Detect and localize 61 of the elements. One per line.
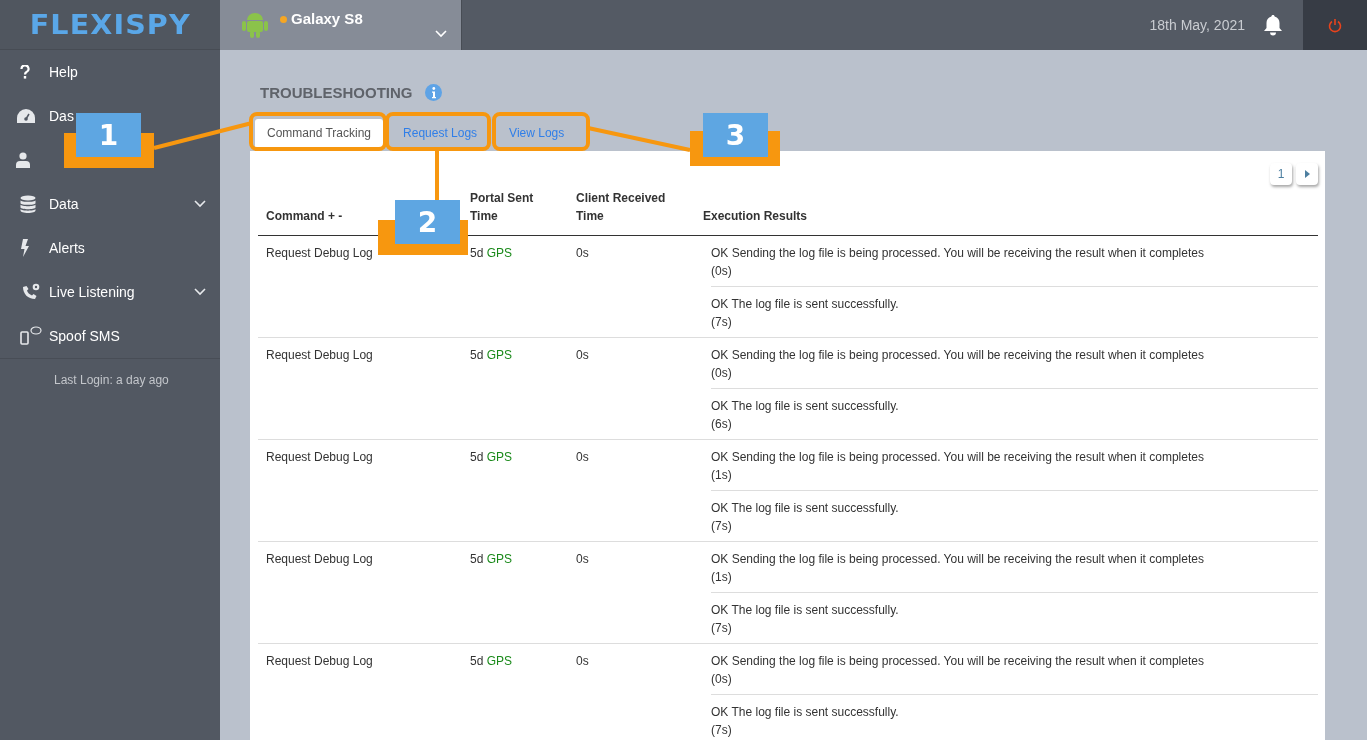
sidebar-item[interactable]: Spoof SMS [49, 328, 120, 344]
sidebar-item[interactable]: Das [49, 108, 74, 124]
power-icon [1328, 17, 1342, 33]
table-cell-text: 0s [576, 552, 590, 566]
table-cell-text: 5d GPS [470, 450, 514, 464]
phone-chat-icon [20, 326, 42, 346]
tab[interactable]: Command Tracking [255, 119, 384, 147]
chevron-down-icon[interactable] [194, 200, 206, 208]
table-cell-text: 5d GPS [470, 552, 514, 566]
leader-line [435, 148, 439, 200]
result-entry: OK Sending the log file is being processed. You will be receiving the result when it completes (0s) [711, 653, 1205, 688]
date-label: 18th May, 2021 [1149, 17, 1245, 33]
table-cell-text: 0s [576, 348, 590, 362]
page-title: TROUBLESHOOTING [260, 83, 413, 101]
sidebar-item[interactable]: Data [49, 196, 79, 212]
info-icon[interactable] [424, 83, 442, 101]
result-entry: OK The log file is sent successfully. (7s) [711, 592, 1318, 643]
column-header: Execution Results [703, 208, 808, 225]
table-cell-text: 5d GPS [470, 246, 514, 260]
chevron-down-icon [435, 30, 447, 38]
result-entry: OK The log file is sent successfully. (7s) [711, 694, 1318, 740]
logo: FLEXISPY [29, 9, 191, 40]
table-cell-text: Request Debug Log [266, 552, 374, 566]
column-header: Client Received Time [576, 190, 667, 225]
result-entry: OK The log file is sent successfully. (7s) [711, 490, 1318, 541]
page-number-button[interactable]: 1 [1270, 163, 1292, 185]
chevron-down-icon[interactable] [194, 288, 206, 296]
user-icon [16, 152, 30, 168]
table-cell-text: Request Debug Log [266, 450, 374, 464]
table-cell-text: 0s [576, 450, 590, 464]
dashboard-icon [16, 108, 36, 124]
database-icon [20, 195, 36, 213]
result-entry: OK The log file is sent successfully. (7s) [711, 286, 1318, 337]
result-entry: OK Sending the log file is being processed. You will be receiving the result when it completes (1s) [711, 551, 1205, 586]
table-cell-text: 5d GPS [470, 654, 514, 668]
last-login-text: Last Login: a day ago [0, 358, 220, 387]
result-entry: OK The log file is sent successfully. (6s) [711, 388, 1318, 439]
lightning-icon [20, 239, 30, 257]
question-icon [20, 65, 30, 79]
table-cell-text: 0s [576, 654, 590, 668]
device-name: Galaxy S8 [291, 10, 363, 27]
result-entry: OK Sending the log file is being processed. You will be receiving the result when it completes (1s) [711, 449, 1205, 484]
callout-number: 3 [703, 113, 768, 157]
callout-number: 1 [76, 113, 141, 157]
sidebar-item[interactable]: Live Listening [49, 284, 135, 300]
phone-gear-icon [20, 282, 42, 302]
table-cell-text: Request Debug Log [266, 654, 374, 668]
column-header: Portal Sent Time [470, 190, 535, 225]
column-header: Command + - [266, 208, 343, 225]
result-entry: OK Sending the log file is being processed. You will be receiving the result when it completes (0s) [711, 347, 1205, 382]
sidebar-item[interactable]: Help [49, 64, 78, 80]
triangle-right-icon [1304, 170, 1310, 178]
android-icon [242, 10, 268, 38]
table-cell-text: 0s [576, 246, 590, 260]
table-cell-text: Request Debug Log [266, 246, 374, 260]
table-cell-text: Request Debug Log [266, 348, 374, 362]
table-cell-text: 5d GPS [470, 348, 514, 362]
callout-number: 2 [395, 200, 460, 244]
result-entry: OK Sending the log file is being processed. You will be receiving the result when it completes (0s) [711, 245, 1205, 280]
sidebar-item[interactable]: Alerts [49, 240, 85, 256]
bell-icon[interactable] [1263, 14, 1283, 36]
